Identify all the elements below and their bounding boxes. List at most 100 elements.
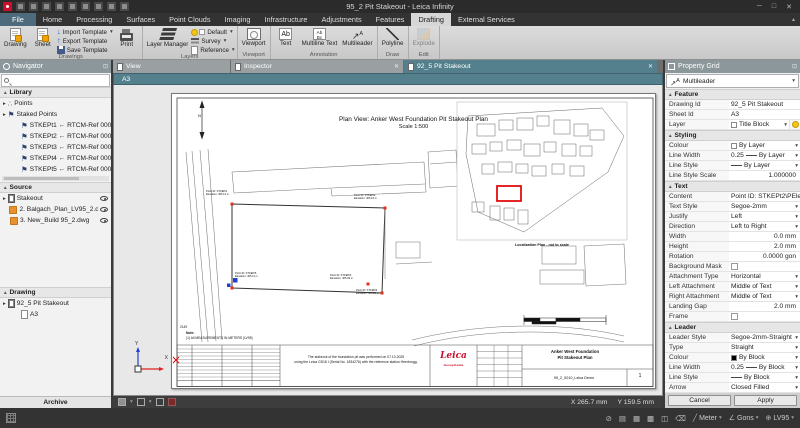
property-value[interactable]: 0.0000 gon (729, 252, 800, 261)
property-value[interactable]: Left▾ (729, 212, 800, 221)
line-style-dropdown[interactable] (137, 398, 145, 406)
dropdown-caret-icon[interactable]: ▾ (795, 294, 798, 300)
archive-icon[interactable] (81, 2, 90, 11)
ribbon-tab-drafting[interactable]: Drafting (411, 13, 451, 26)
text-button[interactable]: AbText (273, 27, 299, 52)
sheet-button[interactable]: Sheet (30, 27, 56, 54)
dropdown-caret-icon[interactable]: ▾ (795, 375, 798, 381)
dropdown-caret-icon[interactable]: ▾ (795, 214, 798, 220)
dropdown-caret-icon[interactable]: ▾ (795, 163, 798, 169)
ribbon-tab-external-services[interactable]: External Services (451, 13, 522, 26)
property-value[interactable]: By Layer▾ (729, 161, 800, 170)
ribbon-collapse-icon[interactable]: ▴ (792, 16, 795, 23)
window-icon[interactable]: ◫ (661, 414, 668, 423)
tree-item[interactable]: 92_5 Pit Stakeout (0, 298, 111, 309)
apply-button[interactable]: Apply (734, 395, 797, 406)
property-value[interactable]: By Block▾ (729, 373, 800, 382)
tree-item[interactable]: ⚑STKEPt4 ← RTCM-Ref 0000 (07/10 (0, 153, 111, 164)
leica-logo-icon[interactable] (3, 2, 12, 11)
ribbon-tab-processing[interactable]: Processing (69, 13, 119, 26)
dropdown-caret-icon[interactable]: ▾ (795, 143, 798, 149)
property-section-text[interactable]: Text (665, 181, 800, 192)
property-value[interactable]: 0.25By Block▾ (729, 363, 800, 372)
expander-icon[interactable] (3, 111, 6, 118)
device-icon[interactable] (94, 2, 103, 11)
redo-icon[interactable] (42, 2, 51, 11)
property-value[interactable]: 1.000000 (729, 171, 800, 180)
coordinate-system-dropdown[interactable]: ⊕LV95▾ (766, 414, 794, 422)
ribbon-tab-adjustments[interactable]: Adjustments (314, 13, 368, 26)
cancel-button[interactable]: Cancel (668, 395, 731, 406)
property-value[interactable]: Middle of Text▾ (729, 282, 800, 291)
tree-item[interactable]: ⚑STKEPt1 ← RTCM-Ref 0000 (07/10 (0, 120, 111, 131)
visibility-eye-icon[interactable] (100, 207, 108, 212)
units-dropdown[interactable]: ╱Meter▾ (693, 414, 722, 422)
section-library[interactable]: Library (0, 87, 111, 98)
snap-toggle-icon[interactable] (168, 398, 176, 406)
import-template-button[interactable]: ↓Import Template (57, 28, 113, 36)
ribbon-tab-features[interactable]: Features (369, 13, 412, 26)
tree-item[interactable]: ⚑Staked Points (0, 109, 111, 120)
tree-item[interactable]: ⚑STKEPt5 ← RTCM-Ref 0000 (07/10 (0, 164, 111, 175)
layer-visibility-bulb-icon[interactable] (792, 121, 799, 128)
ribbon-tab-imaging[interactable]: Imaging (218, 13, 258, 26)
list-icon[interactable]: ▤ (619, 414, 626, 423)
property-section-leader[interactable]: Leader (665, 322, 800, 333)
drawing-canvas[interactable]: N Plan View: Anker West Foundation Pit S… (113, 85, 663, 396)
close-icon[interactable]: ✕ (786, 3, 792, 11)
ribbon-tab-surfaces[interactable]: Surfaces (119, 13, 162, 26)
tree-item[interactable]: 3. New_Build 95_2.dwg (0, 215, 111, 226)
view-tab-92_5-pit-stakeout[interactable]: 92_5 Pit Stakeout✕ (404, 60, 657, 73)
dropdown-caret-icon[interactable]: ▾ (795, 345, 798, 351)
save-template-button[interactable]: Save Template (57, 46, 113, 54)
tree-item[interactable]: ⚑STKEPt3 ← RTCM-Ref 0000 (07/10 (0, 142, 111, 153)
property-value[interactable]: 2.0 mm (729, 242, 800, 251)
property-value[interactable]: Middle of Text▾ (729, 292, 800, 301)
checkbox[interactable] (731, 263, 738, 270)
survey-button[interactable]: Survey (191, 37, 234, 45)
property-value[interactable]: 0.25By Layer▾ (729, 151, 800, 160)
navigator-search[interactable] (1, 74, 110, 87)
dropdown-caret-icon[interactable]: ▾ (795, 204, 798, 210)
tree-item[interactable]: A3 (0, 309, 111, 320)
reference-button[interactable]: Reference (191, 46, 234, 54)
dropdown-caret-icon[interactable]: ▾ (795, 365, 798, 371)
dropdown-caret-icon[interactable]: ▾ (795, 153, 798, 159)
dropdown-caret-icon[interactable]: ▾ (795, 335, 798, 341)
maximize-icon[interactable]: □ (772, 3, 776, 11)
ribbon-tab-point-clouds[interactable]: Point Clouds (162, 13, 217, 26)
minimize-icon[interactable]: ─ (757, 3, 762, 11)
panel-pin-icon[interactable]: ⊡ (103, 63, 108, 70)
multileader-button[interactable]: ↗AMultileader (340, 27, 374, 52)
dropdown-caret-icon[interactable]: ▾ (795, 385, 798, 391)
property-value[interactable]: Segoe-2mm▾ (729, 202, 800, 211)
dropdown-caret-icon[interactable]: ▾ (795, 274, 798, 280)
archive-button[interactable]: Archive (0, 396, 111, 408)
grid-icon[interactable]: ▦ (633, 414, 640, 423)
ribbon-tab-file[interactable]: File (0, 13, 36, 26)
undo-icon[interactable] (29, 2, 38, 11)
close-tab-icon[interactable]: ✕ (648, 63, 653, 70)
default-button[interactable]: Default (191, 28, 234, 36)
section-drawing[interactable]: Drawing (0, 287, 111, 298)
ribbon-tab-infrastructure[interactable]: Infrastructure (257, 13, 314, 26)
object-type-selector[interactable]: ↗A Multileader ▾ (666, 74, 799, 88)
drawing-sheet[interactable]: N Plan View: Anker West Foundation Pit S… (171, 93, 656, 389)
expander-icon[interactable] (3, 100, 6, 107)
expander-icon[interactable] (3, 300, 6, 307)
settings-icon[interactable] (68, 2, 77, 11)
fill-style-dropdown[interactable] (118, 398, 126, 406)
ribbon-tab-home[interactable]: Home (36, 13, 69, 26)
print-button[interactable]: Print (114, 27, 140, 54)
view-tab-view[interactable]: View (113, 60, 230, 73)
property-value[interactable]: 2.0 mm (729, 302, 800, 311)
visibility-eye-icon[interactable] (100, 196, 108, 201)
dropdown-caret-icon[interactable]: ▾ (795, 224, 798, 230)
checkbox[interactable] (731, 313, 738, 320)
no-snap-icon[interactable]: ⊘ (606, 414, 612, 423)
export-template-button[interactable]: ↑Export Template (57, 37, 113, 45)
property-value[interactable]: Closed Filled▾ (729, 383, 800, 392)
visibility-eye-icon[interactable] (100, 218, 108, 223)
property-value[interactable]: Horizontal▾ (729, 272, 800, 281)
export-icon[interactable] (120, 2, 129, 11)
